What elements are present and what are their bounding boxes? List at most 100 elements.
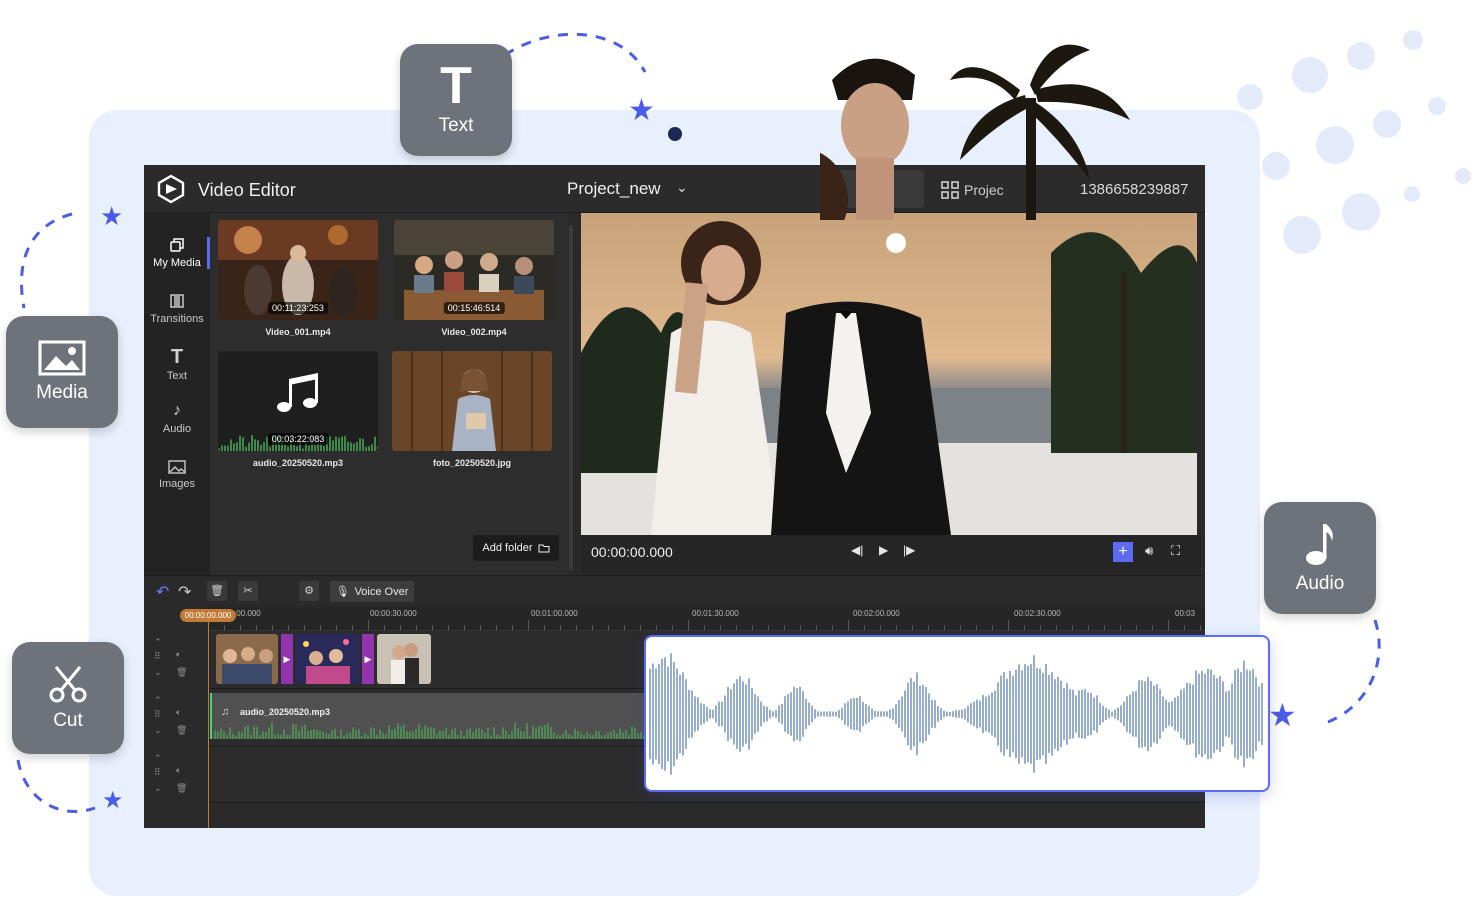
waveform-bar — [613, 729, 615, 739]
feature-card-media[interactable]: Media — [6, 316, 118, 428]
waveform-bar — [433, 728, 435, 739]
waveform-bar — [314, 444, 316, 451]
waveform-bar — [238, 731, 240, 739]
waveform-bar — [445, 727, 447, 739]
waveform-bar — [218, 448, 220, 451]
chevron-down-icon[interactable]: ⌄ — [154, 667, 162, 678]
clip-thumbnail-image — [296, 634, 360, 684]
project-name-dropdown[interactable]: Project_new — [567, 179, 661, 199]
media-thumbnail-photo[interactable] — [392, 351, 552, 451]
audio-waveform-popup — [644, 635, 1270, 792]
waveform-bar — [242, 437, 244, 451]
sidebar-item-audio[interactable]: ♪ Audio — [144, 393, 210, 445]
waveform-bar — [469, 728, 471, 739]
ruler-label: 00:03 — [1175, 609, 1196, 618]
image-icon — [38, 340, 86, 376]
chevron-up-icon[interactable]: ⌃ — [154, 637, 162, 648]
volume-icon[interactable]: 🔈︎ — [176, 765, 181, 776]
ruler-tick — [1152, 625, 1153, 630]
transition-marker[interactable]: ▶ — [362, 634, 374, 684]
drag-handle-icon[interactable]: ⠿ — [154, 651, 161, 662]
waveform-bar — [307, 731, 309, 739]
ruler-tick — [992, 625, 993, 630]
video-clip[interactable] — [216, 634, 278, 684]
media-thumbnail-audio[interactable]: 00:03:22:083 — [218, 351, 378, 451]
trash-icon[interactable]: 🗑︎ — [176, 667, 187, 678]
delete-button[interactable]: 🗑︎ — [207, 581, 227, 601]
feature-card-cut[interactable]: Cut — [12, 642, 124, 754]
ruler-tick — [944, 625, 945, 630]
media-thumbnail-video-001[interactable]: 00:11:23:253 — [218, 220, 378, 320]
waveform-bar — [332, 440, 334, 451]
timeline-toolbar: ↶ ↷ 🗑︎ ✂︎ ⚙︎ 🎙︎ Voice Over — [144, 575, 1205, 607]
ruler-tick — [512, 625, 513, 630]
ruler-tick — [832, 625, 833, 630]
waveform-bar — [559, 735, 561, 739]
waveform-bar — [284, 444, 286, 451]
sidebar-item-my-media[interactable]: My Media — [144, 227, 210, 279]
waveform-graphic — [649, 653, 1263, 775]
ruler-tick — [976, 625, 977, 630]
sidebar-item-images[interactable]: Images — [144, 449, 210, 501]
split-button[interactable]: ✂︎ — [238, 581, 258, 601]
step-back-icon[interactable]: ◀| — [851, 543, 863, 557]
volume-icon[interactable]: 🔊︎ — [1145, 543, 1153, 559]
step-forward-icon[interactable]: |▶ — [903, 543, 915, 557]
drag-handle-icon[interactable]: ⠿ — [154, 767, 161, 778]
ruler-tick — [656, 625, 657, 630]
transition-marker[interactable]: ▶ — [281, 634, 293, 684]
ruler-tick — [448, 625, 449, 630]
playhead-timecode[interactable]: 00:00:00.000 — [180, 609, 236, 622]
add-folder-button[interactable]: Add folder — [473, 535, 559, 561]
chevron-down-icon[interactable]: ⌄ — [154, 725, 162, 736]
trash-icon[interactable]: 🗑︎ — [176, 783, 187, 794]
waveform-bar — [263, 442, 265, 451]
ruler-tick — [768, 625, 769, 630]
fullscreen-icon[interactable]: ⛶ — [1171, 543, 1180, 559]
video-clip[interactable] — [296, 634, 360, 684]
chevron-up-icon[interactable]: ⌃ — [154, 695, 162, 706]
feature-card-audio[interactable]: Audio — [1264, 502, 1376, 614]
video-clip[interactable] — [377, 634, 431, 684]
waveform-bar — [589, 733, 591, 739]
settings-button[interactable]: ⚙︎ — [299, 581, 319, 601]
chevron-down-icon[interactable]: ⌄ — [154, 783, 162, 794]
sidebar-item-text[interactable]: T Text — [144, 339, 210, 391]
playhead-line[interactable] — [208, 622, 209, 828]
media-thumbnail-video-002[interactable]: 00:15:46:514 — [394, 220, 554, 320]
undo-icon[interactable]: ↶ — [156, 582, 169, 602]
waveform-bar — [400, 726, 402, 739]
play-icon[interactable]: ▶ — [879, 543, 888, 557]
trash-icon[interactable]: 🗑︎ — [176, 725, 187, 736]
ruler-tick — [880, 625, 881, 630]
volume-icon[interactable]: 🔈︎ — [176, 707, 181, 718]
ruler-tick — [800, 625, 801, 630]
waveform-bar — [466, 729, 468, 739]
add-to-timeline-button[interactable]: + — [1113, 542, 1133, 562]
waveform-bar — [268, 727, 270, 739]
drag-handle-icon[interactable]: ⠿ — [154, 709, 161, 720]
waveform-bar — [397, 723, 399, 739]
media-name: foto_20250520.jpg — [432, 458, 512, 468]
waveform-bar — [343, 735, 345, 739]
waveform-bar — [244, 726, 246, 739]
sidebar-item-transitions[interactable]: Transitions — [144, 283, 210, 335]
waveform-bar — [319, 730, 321, 739]
chevron-down-icon[interactable]: ⌄ — [676, 179, 688, 196]
waveform-bar — [502, 727, 504, 739]
redo-icon[interactable]: ↷ — [178, 582, 191, 602]
media-scrollbar[interactable] — [569, 225, 573, 570]
voice-over-label: Voice Over — [354, 585, 409, 598]
waveform-bar — [448, 734, 450, 739]
volume-icon[interactable]: 🔈︎ — [176, 649, 181, 660]
chevron-up-icon[interactable]: ⌃ — [154, 753, 162, 764]
sidebar-item-label: Text — [166, 370, 188, 382]
ruler-tick — [704, 625, 705, 630]
feature-card-text[interactable]: T Text — [400, 44, 512, 156]
star-icon: ★ — [100, 201, 124, 231]
images-icon — [168, 460, 186, 474]
audio-clip[interactable]: ♫ audio_20250520.mp3 — [210, 693, 650, 739]
waveform-bar — [529, 735, 531, 739]
voice-over-button[interactable]: 🎙︎ Voice Over — [330, 581, 414, 602]
timeline-ruler[interactable]: 00:00:00.000 00:00:30.000 00:01:00.000 0… — [208, 607, 1205, 631]
